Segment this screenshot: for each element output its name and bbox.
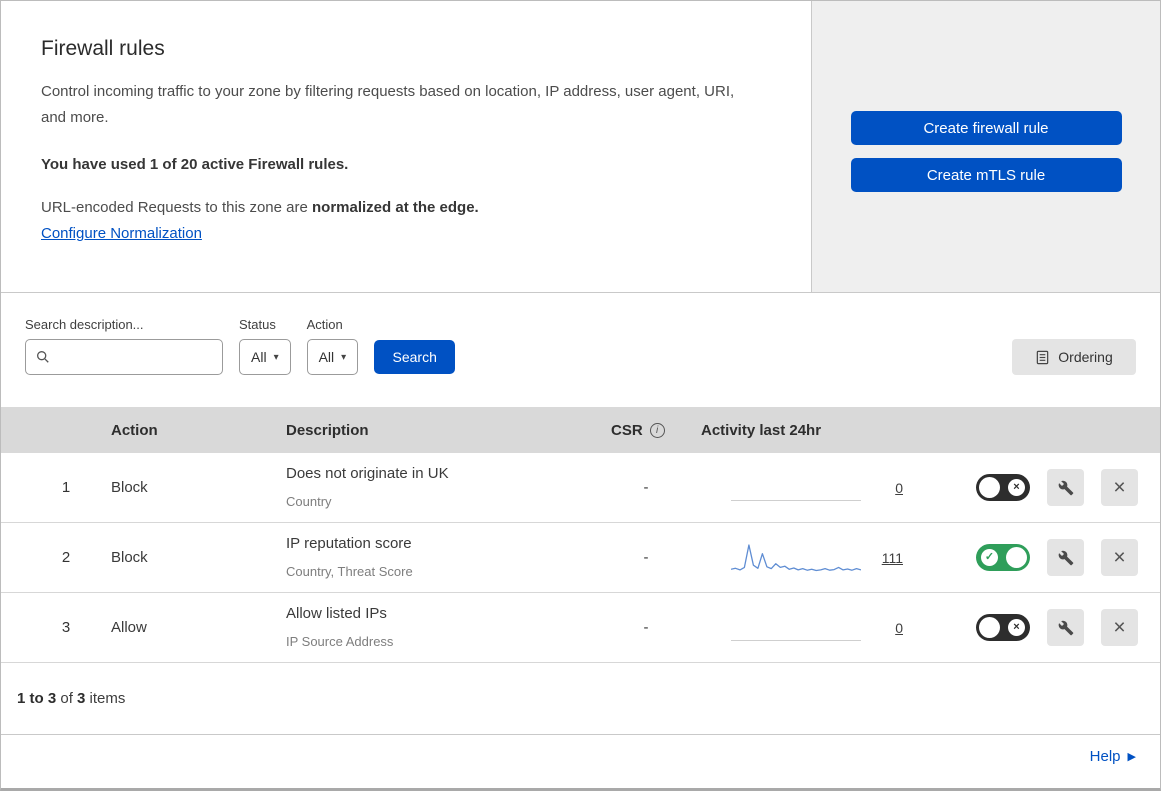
filter-bar: Search description... Status All ▾ Action… bbox=[1, 293, 1160, 407]
activity-sparkline bbox=[731, 474, 861, 501]
search-field: Search description... bbox=[25, 317, 223, 375]
rule-number: 1 bbox=[61, 479, 71, 496]
ordering-icon bbox=[1037, 350, 1049, 364]
rule-csr: - bbox=[643, 479, 649, 496]
table-row: 3 Allow Allow listed IPs IP Source Addre… bbox=[1, 593, 1160, 663]
action-label: Action bbox=[306, 317, 343, 332]
help-bar: Help ▶ bbox=[1, 735, 1160, 779]
ordering-button[interactable]: Ordering bbox=[1012, 339, 1136, 375]
toggle-knob bbox=[979, 477, 1000, 498]
edit-rule-button[interactable] bbox=[1047, 609, 1084, 646]
header-card: Firewall rules Control incoming traffic … bbox=[1, 1, 812, 292]
pagination-summary: 1 to 3 of 3 items bbox=[1, 663, 1160, 735]
toggle-knob bbox=[1006, 547, 1027, 568]
activity-count-link[interactable]: 111 bbox=[877, 550, 903, 566]
chevron-down-icon: ▾ bbox=[273, 351, 279, 363]
activity-sparkline bbox=[731, 614, 861, 641]
rule-csr: - bbox=[643, 549, 649, 566]
close-icon: × bbox=[1113, 616, 1126, 639]
create-firewall-rule-button[interactable]: Create firewall rule bbox=[850, 111, 1122, 145]
create-mtls-rule-button[interactable]: Create mTLS rule bbox=[850, 158, 1122, 192]
configure-normalization-link[interactable]: Configure Normalization bbox=[41, 225, 202, 242]
delete-rule-button[interactable]: × bbox=[1101, 539, 1138, 576]
rule-enabled-toggle[interactable]: × bbox=[976, 614, 1030, 641]
usage-note: You have used 1 of 20 active Firewall ru… bbox=[41, 155, 349, 173]
page-title: Firewall rules bbox=[41, 37, 165, 60]
wrench-icon bbox=[1058, 550, 1073, 565]
header-section: Firewall rules Control incoming traffic … bbox=[1, 1, 1160, 293]
header-activity: Activity last 24hr bbox=[701, 421, 822, 439]
delete-rule-button[interactable]: × bbox=[1101, 609, 1138, 646]
rule-description: Allow listed IPs bbox=[286, 605, 387, 622]
status-filter: Status All ▾ bbox=[239, 317, 291, 375]
table-header: Action Description CSR i Activity last 2… bbox=[1, 407, 1160, 453]
action-dropdown[interactable]: All ▾ bbox=[306, 339, 359, 375]
action-filter: Action All ▾ bbox=[306, 317, 359, 375]
rule-description: IP reputation score bbox=[286, 535, 412, 552]
header-description: Description bbox=[286, 421, 369, 439]
rule-criteria: IP Source Address bbox=[286, 634, 394, 650]
search-button[interactable]: Search bbox=[374, 340, 456, 374]
page-description: Control incoming traffic to your zone by… bbox=[41, 83, 735, 127]
search-icon bbox=[37, 351, 49, 363]
header-csr: CSR i bbox=[601, 422, 691, 439]
activity-count-link[interactable]: 0 bbox=[877, 480, 903, 496]
delete-rule-button[interactable]: × bbox=[1101, 469, 1138, 506]
info-icon[interactable]: i bbox=[649, 422, 665, 438]
actions-panel: Create firewall rule Create mTLS rule bbox=[812, 1, 1160, 292]
help-link[interactable]: Help ▶ bbox=[1090, 748, 1136, 765]
table-row: 1 Block Does not originate in UK Country… bbox=[1, 453, 1160, 523]
edit-rule-button[interactable] bbox=[1047, 469, 1084, 506]
search-label: Search description... bbox=[25, 317, 144, 332]
close-icon: × bbox=[1113, 476, 1126, 499]
rule-enabled-toggle[interactable]: ✓ bbox=[976, 544, 1030, 571]
status-label: Status bbox=[239, 317, 276, 332]
status-dropdown[interactable]: All ▾ bbox=[239, 339, 291, 375]
normalization-note: URL-encoded Requests to this zone are no… bbox=[41, 198, 479, 216]
header-action: Action bbox=[111, 421, 158, 439]
rule-action: Block bbox=[111, 549, 148, 566]
edit-rule-button[interactable] bbox=[1047, 539, 1084, 576]
chevron-down-icon: ▾ bbox=[341, 351, 347, 363]
chevron-right-icon: ▶ bbox=[1127, 751, 1136, 763]
toggle-knob bbox=[979, 617, 1000, 638]
toggle-state-icon: × bbox=[1008, 479, 1025, 496]
toggle-state-icon: ✓ bbox=[981, 549, 998, 566]
search-input[interactable] bbox=[25, 339, 223, 375]
rule-criteria: Country bbox=[286, 494, 332, 510]
rule-csr: - bbox=[643, 619, 649, 636]
rule-action: Block bbox=[111, 479, 148, 496]
wrench-icon bbox=[1058, 620, 1073, 635]
toggle-state-icon: × bbox=[1008, 619, 1025, 636]
activity-count-link[interactable]: 0 bbox=[877, 620, 903, 636]
rule-action: Allow bbox=[111, 619, 147, 636]
rule-enabled-toggle[interactable]: × bbox=[976, 474, 1030, 501]
activity-sparkline bbox=[731, 543, 861, 571]
rule-description: Does not originate in UK bbox=[286, 465, 449, 482]
rules-table: Action Description CSR i Activity last 2… bbox=[1, 407, 1160, 663]
close-icon: × bbox=[1113, 546, 1126, 569]
firewall-rules-page: Firewall rules Control incoming traffic … bbox=[0, 0, 1161, 791]
rule-criteria: Country, Threat Score bbox=[286, 564, 413, 580]
rule-number: 3 bbox=[61, 619, 71, 636]
wrench-icon bbox=[1058, 480, 1073, 495]
rule-number: 2 bbox=[61, 549, 71, 566]
table-row: 2 Block IP reputation score Country, Thr… bbox=[1, 523, 1160, 593]
